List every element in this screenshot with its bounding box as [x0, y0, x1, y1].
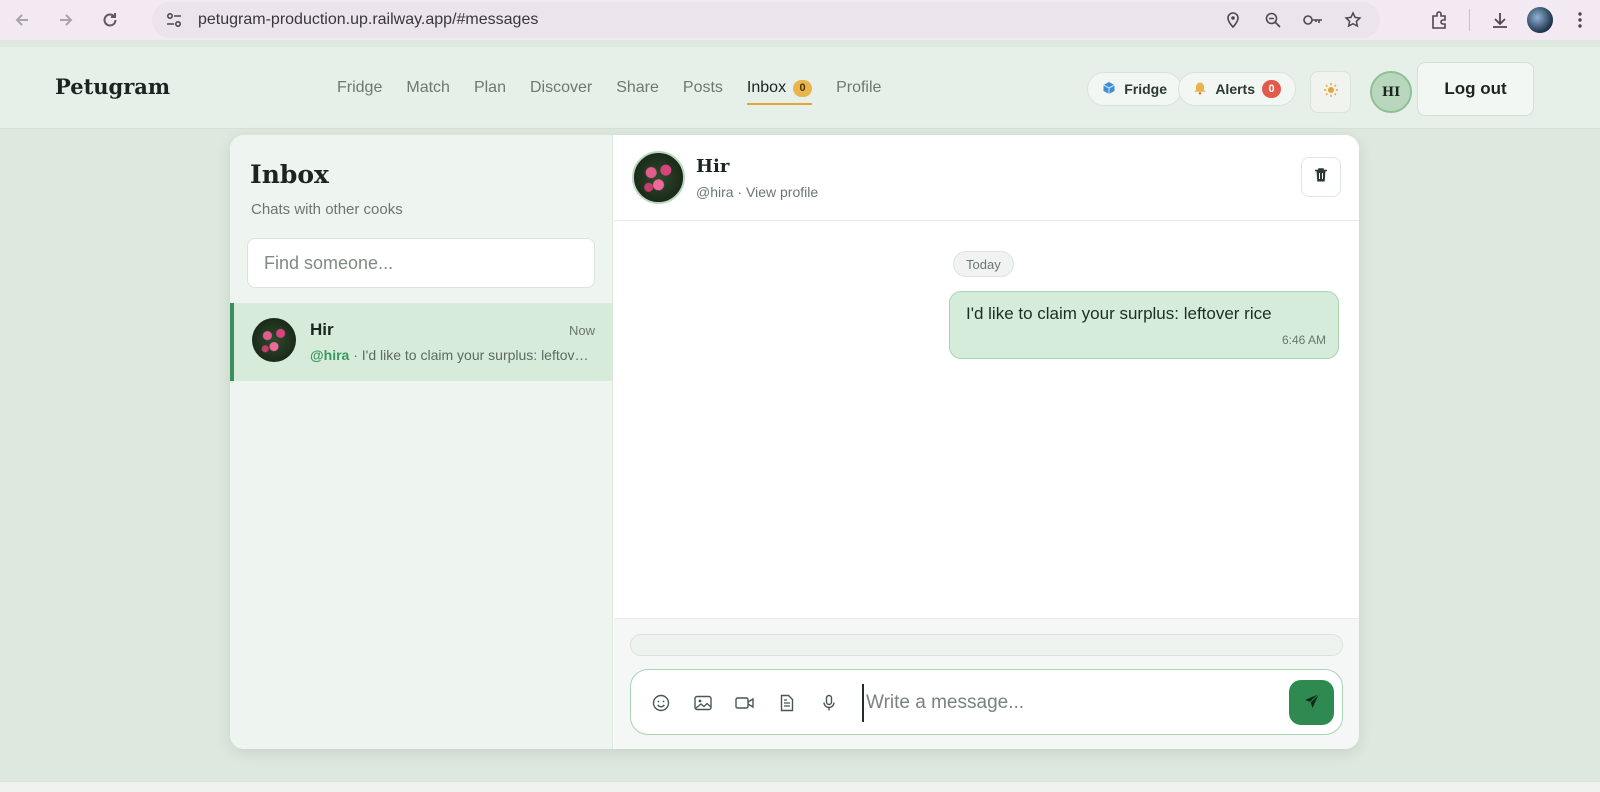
- messages-card: Inbox Chats with other cooks Hir Now @hi…: [230, 135, 1359, 749]
- cube-icon: [1102, 81, 1116, 98]
- fridge-pill-button[interactable]: Fridge: [1087, 72, 1182, 106]
- inbox-sidebar: Inbox Chats with other cooks Hir Now @hi…: [230, 135, 613, 749]
- emoji-icon[interactable]: [649, 691, 673, 715]
- main-nav: Fridge Match Plan Discover Share Posts I…: [325, 47, 893, 129]
- menu-dots-icon[interactable]: [1560, 0, 1600, 40]
- nav-plan[interactable]: Plan: [462, 73, 518, 103]
- password-key-icon[interactable]: [1296, 3, 1330, 37]
- message-input[interactable]: [862, 684, 1262, 722]
- nav-match[interactable]: Match: [394, 73, 462, 103]
- address-bar[interactable]: petugram-production.up.railway.app/#mess…: [152, 2, 1380, 38]
- nav-inbox-label: Inbox: [746, 79, 787, 96]
- conversation-item[interactable]: Hir Now @hira · I'd like to claim your s…: [230, 303, 613, 381]
- brand-logo[interactable]: Petugram: [55, 74, 170, 99]
- chat-partner-handle: @hira: [696, 184, 734, 200]
- day-separator: Today: [953, 251, 1014, 277]
- delete-conversation-button[interactable]: [1301, 157, 1341, 197]
- nav-inbox[interactable]: Inbox 0: [735, 73, 824, 105]
- view-profile-link[interactable]: View profile: [746, 184, 818, 200]
- url-text[interactable]: petugram-production.up.railway.app/#mess…: [198, 11, 538, 29]
- conversation-preview-text: · I'd like to claim your surplus: leftov…: [349, 347, 595, 363]
- conversation-handle: @hira: [310, 347, 350, 363]
- conversation-name: Hir: [310, 320, 334, 339]
- alerts-pill-label: Alerts: [1215, 81, 1255, 97]
- inbox-count-badge: 0: [793, 79, 813, 97]
- microphone-icon[interactable]: [817, 691, 841, 715]
- nav-discover[interactable]: Discover: [518, 73, 604, 103]
- handle-separator: ·: [733, 184, 747, 200]
- forward-arrow-icon[interactable]: [44, 0, 88, 40]
- profile-avatar[interactable]: [1520, 0, 1560, 40]
- fridge-pill-label: Fridge: [1124, 81, 1167, 97]
- chat-panel: Hir @hira · View profile Today I'd like …: [614, 135, 1359, 749]
- theme-toggle-button[interactable]: [1310, 71, 1351, 113]
- browser-toolbar: petugram-production.up.railway.app/#mess…: [0, 0, 1600, 40]
- alerts-pill-button[interactable]: Alerts 0: [1178, 72, 1296, 106]
- nav-fridge[interactable]: Fridge: [325, 73, 394, 103]
- sun-icon: [1323, 82, 1339, 102]
- profile-picture: [1527, 7, 1553, 33]
- document-icon[interactable]: [775, 691, 799, 715]
- chat-partner-subline: @hira · View profile: [696, 184, 818, 200]
- inbox-title: Inbox: [250, 160, 329, 189]
- message-bubble-outgoing[interactable]: I'd like to claim your surplus: leftover…: [949, 291, 1339, 359]
- conversation-avatar: [252, 318, 296, 362]
- conversation-time: Now: [568, 323, 595, 338]
- chat-partner-name: Hir: [696, 156, 730, 177]
- typing-indicator-bar: [630, 634, 1343, 656]
- alerts-count-badge: 0: [1262, 80, 1281, 98]
- inbox-subtitle: Chats with other cooks: [251, 201, 403, 218]
- conversation-preview: @hira · I'd like to claim your surplus: …: [310, 347, 595, 363]
- user-avatar[interactable]: HI: [1370, 71, 1412, 113]
- location-icon[interactable]: [1216, 3, 1250, 37]
- nav-posts[interactable]: Posts: [671, 73, 735, 103]
- bell-icon: [1193, 81, 1207, 98]
- message-time: 6:46 AM: [1281, 333, 1326, 347]
- logout-button[interactable]: Log out: [1417, 62, 1534, 116]
- nav-profile[interactable]: Profile: [824, 73, 893, 103]
- chat-partner-avatar[interactable]: [632, 151, 685, 204]
- message-composer: [630, 669, 1343, 735]
- message-text: I'd like to claim your surplus: leftover…: [966, 304, 1272, 323]
- chat-header: Hir @hira · View profile: [614, 135, 1359, 221]
- reload-icon[interactable]: [88, 0, 132, 40]
- nav-share[interactable]: Share: [604, 73, 671, 103]
- find-someone-input[interactable]: [247, 238, 595, 288]
- bookmark-star-icon[interactable]: [1336, 3, 1370, 37]
- zoom-icon[interactable]: [1256, 3, 1290, 37]
- extensions-icon[interactable]: [1419, 0, 1459, 40]
- toolbar-divider: [1469, 9, 1470, 31]
- send-arrow-icon: [1303, 692, 1321, 714]
- composer-area: [614, 618, 1359, 749]
- site-settings-icon[interactable]: [156, 2, 192, 38]
- app-header: Petugram Fridge Match Plan Discover Shar…: [0, 47, 1600, 129]
- download-icon[interactable]: [1480, 0, 1520, 40]
- send-button[interactable]: [1289, 680, 1334, 725]
- video-icon[interactable]: [733, 691, 757, 715]
- taskbar-strip: [0, 781, 1600, 792]
- trash-icon: [1314, 167, 1328, 187]
- back-arrow-icon[interactable]: [0, 0, 44, 40]
- image-icon[interactable]: [691, 691, 715, 715]
